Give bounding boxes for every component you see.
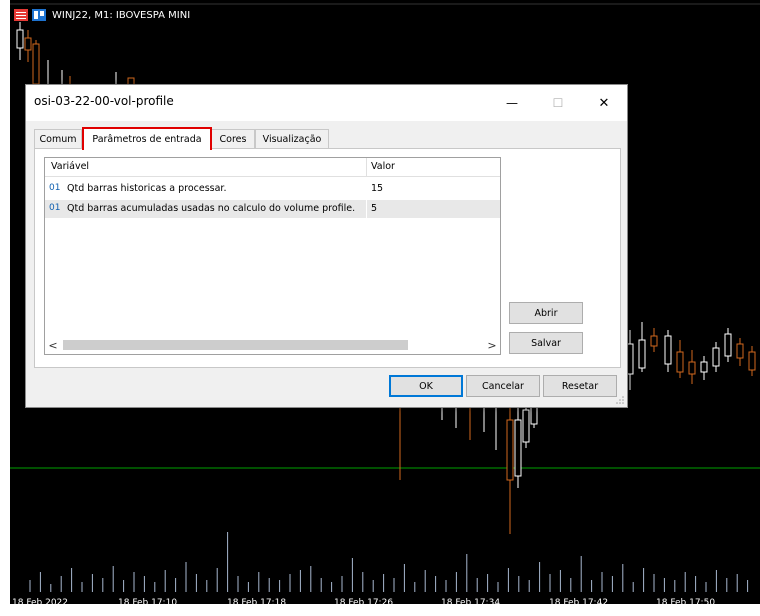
- time-axis-label: 18 Feb 2022: [12, 598, 69, 608]
- time-axis-label: 18 Feb 17:18: [227, 598, 287, 608]
- column-header-value[interactable]: Valor: [371, 161, 395, 172]
- maximize-button: ☐: [535, 85, 581, 121]
- candles-right: [626, 322, 756, 390]
- parameter-value[interactable]: 5: [371, 203, 377, 214]
- dialog-titlebar[interactable]: osi-03-22-00-vol-profile — ☐ ✕: [26, 85, 627, 121]
- input-parameters-table[interactable]: Variável Valor 01 Qtd barras historicas …: [44, 157, 501, 355]
- time-axis-label: 18 Feb 17:10: [118, 598, 178, 608]
- candles-left: [16, 22, 135, 91]
- scrollbar-thumb[interactable]: [63, 340, 408, 350]
- horizontal-scrollbar[interactable]: < >: [45, 336, 500, 354]
- column-divider: [366, 200, 367, 218]
- table-header: Variável Valor: [45, 158, 500, 177]
- trade-panel-icon[interactable]: [14, 9, 28, 21]
- time-axis-label: 18 Feb 17:34: [441, 598, 501, 608]
- chart-symbol-title: WINJ22, M1: IBOVESPA MINI: [52, 9, 191, 21]
- depth-of-market-icon[interactable]: [32, 9, 46, 21]
- save-button[interactable]: Salvar: [509, 332, 583, 354]
- parameter-name: Qtd barras historicas a processar.: [67, 183, 227, 194]
- time-axis: 18 Feb 2022 18 Feb 17:10 18 Feb 17:18 18…: [0, 598, 760, 616]
- scroll-right-icon[interactable]: >: [484, 336, 500, 354]
- tab-visualizacao[interactable]: Visualização: [255, 129, 329, 148]
- parameter-name: Qtd barras acumuladas usadas no calculo …: [67, 203, 356, 214]
- indicator-properties-dialog: osi-03-22-00-vol-profile — ☐ ✕ Comum Par…: [25, 84, 628, 408]
- time-axis-label: 18 Feb 17:42: [549, 598, 609, 608]
- scroll-left-icon[interactable]: <: [45, 336, 61, 354]
- time-axis-label: 18 Feb 17:50: [656, 598, 716, 608]
- table-row[interactable]: 01 Qtd barras historicas a processar. 15: [45, 180, 500, 198]
- close-icon: ✕: [598, 95, 610, 111]
- close-button[interactable]: ✕: [581, 85, 627, 121]
- dialog-title: osi-03-22-00-vol-profile: [34, 94, 174, 108]
- table-row-selected[interactable]: 01 Qtd barras acumuladas usadas no calcu…: [45, 200, 500, 218]
- tab-parametros-de-entrada[interactable]: Parâmetros de entrada: [82, 127, 212, 150]
- cancel-button[interactable]: Cancelar: [466, 375, 540, 397]
- column-divider[interactable]: [366, 158, 367, 176]
- candles-mid: [399, 400, 538, 534]
- minimize-button[interactable]: —: [489, 85, 535, 121]
- tab-comum[interactable]: Comum: [34, 129, 82, 148]
- parameter-value[interactable]: 15: [371, 183, 383, 194]
- screenshot-frame: WINJ22, M1: IBOVESPA MINI 18 Feb 2022 18…: [0, 0, 760, 616]
- tab-cores[interactable]: Cores: [211, 129, 255, 148]
- minimize-icon: —: [506, 96, 518, 110]
- ok-button[interactable]: OK: [389, 375, 463, 397]
- int-type-icon: 01: [49, 203, 61, 213]
- maximize-icon: ☐: [552, 96, 564, 110]
- reset-button[interactable]: Resetar: [543, 375, 617, 397]
- tab-panel-inputs: Variável Valor 01 Qtd barras historicas …: [34, 148, 621, 368]
- column-header-variable[interactable]: Variável: [51, 161, 89, 172]
- chart-title-bar: WINJ22, M1: IBOVESPA MINI: [14, 6, 190, 24]
- resize-grip-icon[interactable]: [615, 395, 625, 405]
- open-button[interactable]: Abrir: [509, 302, 583, 324]
- time-axis-label: 18 Feb 17:26: [334, 598, 394, 608]
- column-divider: [500, 158, 501, 176]
- volume-histogram: [29, 532, 749, 592]
- int-type-icon: 01: [49, 183, 61, 193]
